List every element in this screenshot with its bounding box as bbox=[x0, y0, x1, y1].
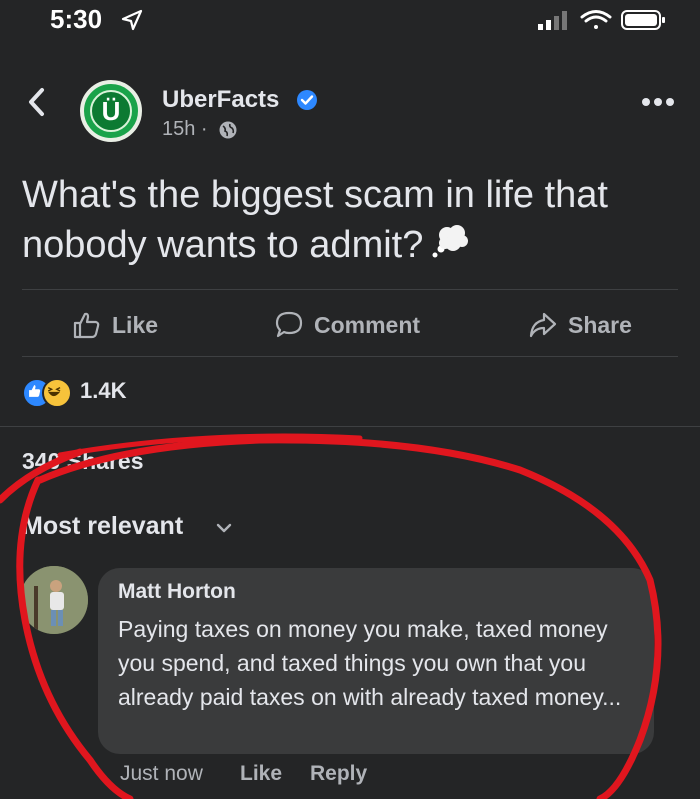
share-button[interactable]: Share bbox=[528, 302, 632, 348]
thought-bubble-emoji-icon bbox=[432, 225, 469, 258]
post-text-content: What's the biggest scam in life that nob… bbox=[22, 174, 608, 266]
comment-button[interactable]: Comment bbox=[274, 302, 420, 348]
comment-label: Comment bbox=[314, 311, 421, 338]
location-arrow-icon bbox=[121, 9, 143, 31]
status-icons bbox=[538, 10, 665, 30]
status-time: 5:30 bbox=[50, 4, 103, 34]
battery-icon bbox=[621, 10, 665, 30]
more-options-icon[interactable] bbox=[640, 96, 676, 108]
divider bbox=[22, 289, 678, 290]
verified-badge-icon bbox=[297, 90, 317, 110]
globe-icon bbox=[219, 121, 237, 139]
haha-reaction-icon[interactable] bbox=[42, 378, 72, 408]
comment-timestamp: Just now bbox=[120, 762, 203, 785]
divider bbox=[22, 356, 678, 357]
thumbs-up-icon bbox=[73, 312, 100, 339]
comment-author[interactable]: Matt Horton bbox=[118, 580, 236, 604]
back-chevron-icon[interactable] bbox=[22, 84, 52, 120]
comment-bubble-icon bbox=[275, 311, 303, 338]
reaction-count[interactable]: 1.4K bbox=[80, 378, 126, 404]
page-avatar-logo: Ü bbox=[90, 90, 132, 132]
shares-count[interactable]: 340 Shares bbox=[22, 448, 143, 475]
like-label: Like bbox=[112, 311, 159, 338]
like-button[interactable]: Like bbox=[72, 302, 158, 348]
page-avatar[interactable]: Ü bbox=[80, 80, 142, 142]
sort-comments-label[interactable]: Most relevant bbox=[22, 512, 183, 541]
comment-reply-button[interactable]: Reply bbox=[310, 762, 367, 786]
cellular-signal-icon bbox=[538, 11, 567, 30]
comment-text: Paying taxes on money you make, taxed mo… bbox=[118, 616, 622, 710]
wifi-icon bbox=[580, 10, 612, 29]
share-arrow-icon bbox=[529, 312, 557, 338]
chevron-down-icon[interactable] bbox=[214, 518, 234, 538]
post-timestamp[interactable]: 15h · bbox=[162, 118, 208, 141]
post-text: What's the biggest scam in life that nob… bbox=[22, 170, 682, 270]
share-label: Share bbox=[568, 311, 632, 338]
divider bbox=[0, 426, 700, 427]
page-name[interactable]: UberFacts bbox=[162, 86, 279, 114]
commenter-avatar[interactable] bbox=[20, 566, 88, 634]
comment-like-button[interactable]: Like bbox=[240, 762, 282, 786]
